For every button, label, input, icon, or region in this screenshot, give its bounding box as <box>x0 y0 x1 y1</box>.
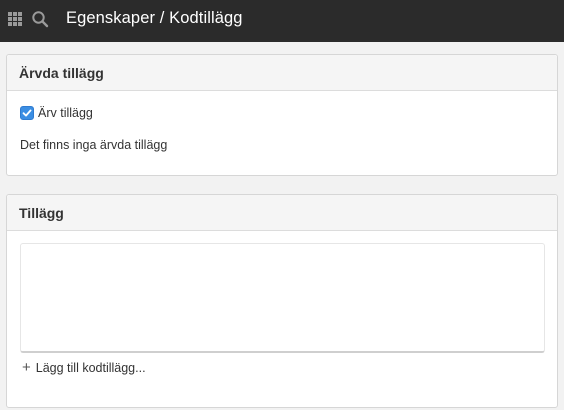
add-addon-label[interactable]: Lägg till kodtillägg... <box>36 361 146 375</box>
checkbox-label[interactable]: Ärv tillägg <box>38 106 93 120</box>
plus-icon: + <box>22 359 31 376</box>
apps-grid-icon[interactable] <box>8 12 22 26</box>
inherit-addons-checkbox-row[interactable]: Ärv tillägg <box>20 106 93 120</box>
add-addon-link[interactable]: + Lägg till kodtillägg... <box>22 360 146 375</box>
inherited-addons-panel: Ärvda tillägg Ärv tillägg Det finns inga… <box>6 54 558 176</box>
page-title: Egenskaper / Kodtillägg <box>66 9 243 27</box>
inherit-addons-checkbox[interactable] <box>20 106 34 120</box>
top-bar: Egenskaper / Kodtillägg <box>0 0 564 42</box>
addons-list[interactable] <box>20 243 545 353</box>
addons-panel: Tillägg + Lägg till kodtillägg... <box>6 194 558 408</box>
panel-title: Ärvda tillägg <box>7 55 557 91</box>
search-icon[interactable] <box>31 10 49 28</box>
empty-inherited-text: Det finns inga ärvda tillägg <box>20 138 168 152</box>
panel-title: Tillägg <box>7 195 557 231</box>
checkmark-icon <box>22 109 32 117</box>
